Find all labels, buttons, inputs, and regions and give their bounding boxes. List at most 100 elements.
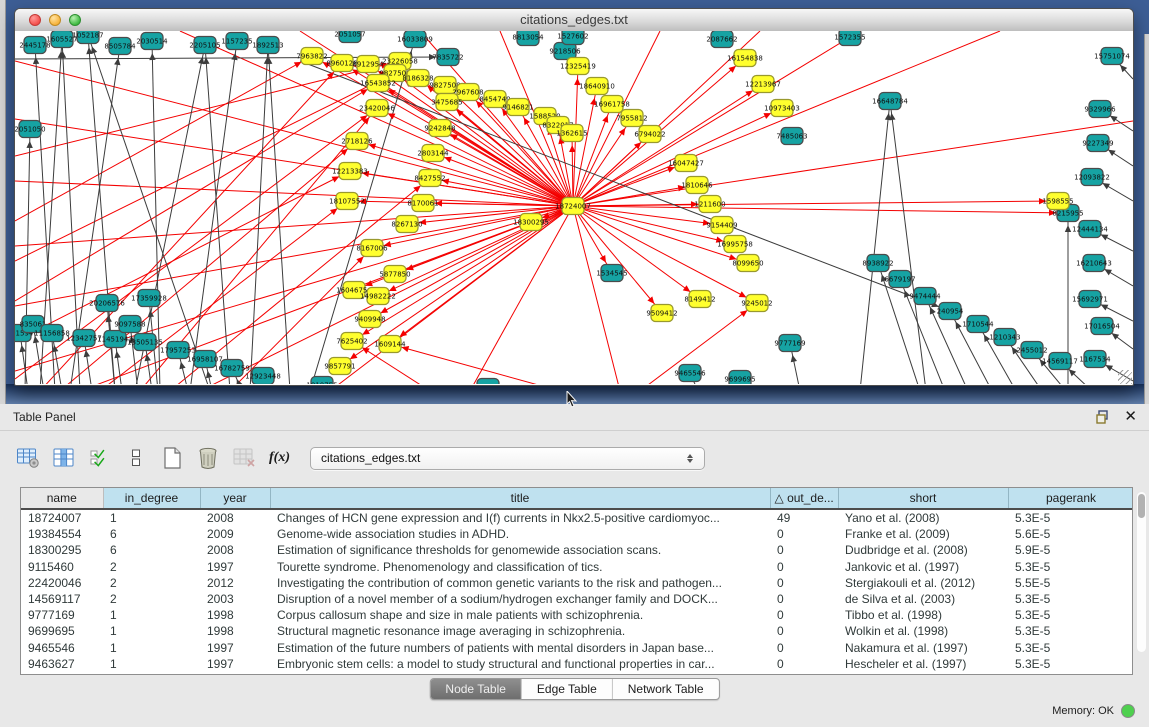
cell-year[interactable]: 1998 <box>200 607 270 623</box>
cell-year[interactable]: 2008 <box>200 509 270 526</box>
cell-year[interactable]: 2003 <box>200 591 270 607</box>
cell-title[interactable]: Embryonic stem cells: a model to study s… <box>270 656 770 672</box>
table-row[interactable]: 2242004622012Investigating the contribut… <box>21 575 1133 591</box>
cell-name[interactable]: 18724007 <box>21 509 103 526</box>
network-edge[interactable] <box>470 206 573 384</box>
network-edge[interactable] <box>572 133 573 206</box>
network-edge[interactable] <box>15 206 573 371</box>
cell-out_de[interactable]: 0 <box>770 591 838 607</box>
cell-out_de[interactable]: 0 <box>770 542 838 558</box>
network-edge[interactable] <box>190 41 237 384</box>
cell-name[interactable]: 9115460 <box>21 559 103 575</box>
cell-pagerank[interactable]: 5.3E-5 <box>1008 509 1133 526</box>
network-edge[interactable] <box>573 201 1058 206</box>
cell-pagerank[interactable]: 5.3E-5 <box>1008 623 1133 639</box>
network-canvas[interactable]: 2445178160552710521878505784203051422051… <box>15 31 1133 384</box>
network-edge[interactable] <box>357 141 573 206</box>
column-header-short[interactable]: short <box>838 488 1008 509</box>
cell-out_de[interactable]: 0 <box>770 656 838 672</box>
network-edge[interactable] <box>860 101 890 384</box>
cell-short[interactable]: Tibbo et al. (1998) <box>838 607 1008 623</box>
tab-network-table[interactable]: Network Table <box>612 679 719 699</box>
cell-pagerank[interactable]: 5.3E-5 <box>1008 559 1133 575</box>
network-edge[interactable] <box>390 344 560 384</box>
cell-year[interactable]: 2012 <box>200 575 270 591</box>
cell-name[interactable]: 9699695 <box>21 623 103 639</box>
cell-out_de[interactable]: 0 <box>770 607 838 623</box>
window-titlebar[interactable]: citations_edges.txt <box>15 9 1133 32</box>
cell-title[interactable]: Tourette syndrome. Phenomenology and cla… <box>270 559 770 575</box>
cell-out_de[interactable]: 0 <box>770 559 838 575</box>
cell-name[interactable]: 9777169 <box>21 607 103 623</box>
cell-short[interactable]: Jankovic et al. (1997) <box>838 559 1008 575</box>
column-header-pagerank[interactable]: pagerank <box>1008 488 1133 509</box>
cell-year[interactable]: 1997 <box>200 656 270 672</box>
float-window-icon[interactable] <box>1095 409 1111 425</box>
cell-short[interactable]: Yano et al. (2008) <box>838 509 1008 526</box>
cell-pagerank[interactable]: 5.9E-5 <box>1008 542 1133 558</box>
network-edge[interactable] <box>15 206 573 246</box>
new-table-button[interactable] <box>158 445 185 472</box>
cell-name[interactable]: 18300295 <box>21 542 103 558</box>
cell-in_degree[interactable]: 1 <box>103 623 200 639</box>
table-row[interactable]: 911546021997Tourette syndrome. Phenomeno… <box>21 559 1133 575</box>
cell-name[interactable]: 22420046 <box>21 575 103 591</box>
network-edge[interactable] <box>152 41 160 384</box>
cell-out_de[interactable]: 0 <box>770 526 838 542</box>
cell-title[interactable]: Estimation of significance thresholds fo… <box>270 542 770 558</box>
cell-in_degree[interactable]: 2 <box>103 575 200 591</box>
cell-pagerank[interactable]: 5.3E-5 <box>1008 591 1133 607</box>
network-edge[interactable] <box>60 141 357 384</box>
network-edge[interactable] <box>890 101 926 384</box>
cell-pagerank[interactable]: 5.3E-5 <box>1008 656 1133 672</box>
cell-year[interactable]: 1997 <box>200 640 270 656</box>
cell-in_degree[interactable]: 6 <box>103 526 200 542</box>
table-row[interactable]: 1938455462009Genome-wide association stu… <box>21 526 1133 542</box>
cell-title[interactable]: Corpus callosum shape and size in male p… <box>270 607 770 623</box>
cell-name[interactable]: 9463627 <box>21 656 103 672</box>
network-edge[interactable] <box>15 171 350 341</box>
cell-short[interactable]: Wolkin et al. (1998) <box>838 623 1008 639</box>
column-header-in_degree[interactable]: in_degree <box>103 488 200 509</box>
cell-in_degree[interactable]: 2 <box>103 559 200 575</box>
cell-in_degree[interactable]: 1 <box>103 640 200 656</box>
network-edge[interactable] <box>15 206 573 306</box>
show-column-button[interactable] <box>50 445 77 472</box>
tab-edge-table[interactable]: Edge Table <box>521 679 612 699</box>
window-resize-grip[interactable] <box>1118 370 1132 384</box>
function-builder-button[interactable]: f(x) <box>266 445 293 472</box>
cell-out_de[interactable]: 0 <box>770 623 838 639</box>
delete-table-button[interactable] <box>194 445 221 472</box>
cell-year[interactable]: 2009 <box>200 526 270 542</box>
cell-name[interactable]: 19384554 <box>21 526 103 542</box>
select-attributes-button[interactable] <box>86 445 113 472</box>
cell-in_degree[interactable]: 1 <box>103 607 200 623</box>
column-header-title[interactable]: title <box>270 488 770 509</box>
table-row[interactable]: 946554611997Estimation of the future num… <box>21 640 1133 656</box>
cell-title[interactable]: Structural magnetic resonance image aver… <box>270 623 770 639</box>
cell-year[interactable]: 1998 <box>200 623 270 639</box>
table-row[interactable]: 1830029562008Estimation of significance … <box>21 542 1133 558</box>
table-row[interactable]: 969969511998Structural magnetic resonanc… <box>21 623 1133 639</box>
cell-title[interactable]: Investigating the contribution of common… <box>270 575 770 591</box>
cell-in_degree[interactable]: 2 <box>103 591 200 607</box>
cell-short[interactable]: Franke et al. (2009) <box>838 526 1008 542</box>
cell-short[interactable]: de Silva et al. (2003) <box>838 591 1008 607</box>
scrollbar-thumb[interactable] <box>1138 494 1145 518</box>
network-edge[interactable] <box>268 45 290 384</box>
network-edge[interactable] <box>573 206 748 263</box>
cell-out_de[interactable]: 0 <box>770 640 838 656</box>
network-view-window[interactable]: citations_edges.txt 24451781605527105218… <box>14 8 1134 386</box>
tab-node-table[interactable]: Node Table <box>430 679 521 699</box>
table-row[interactable]: 977716911998Corpus callosum shape and si… <box>21 607 1133 623</box>
cell-year[interactable]: 1997 <box>200 559 270 575</box>
cell-short[interactable]: Nakamura et al. (1997) <box>838 640 1008 656</box>
cell-name[interactable]: 9465546 <box>21 640 103 656</box>
cell-short[interactable]: Dudbridge et al. (2008) <box>838 542 1008 558</box>
cell-short[interactable]: Hescheler et al. (1997) <box>838 656 1008 672</box>
network-edge[interactable] <box>573 206 620 384</box>
cell-in_degree[interactable]: 1 <box>103 509 200 526</box>
cell-out_de[interactable]: 49 <box>770 509 838 526</box>
cell-pagerank[interactable]: 5.5E-5 <box>1008 575 1133 591</box>
table-scrollbar[interactable] <box>1137 492 1146 652</box>
